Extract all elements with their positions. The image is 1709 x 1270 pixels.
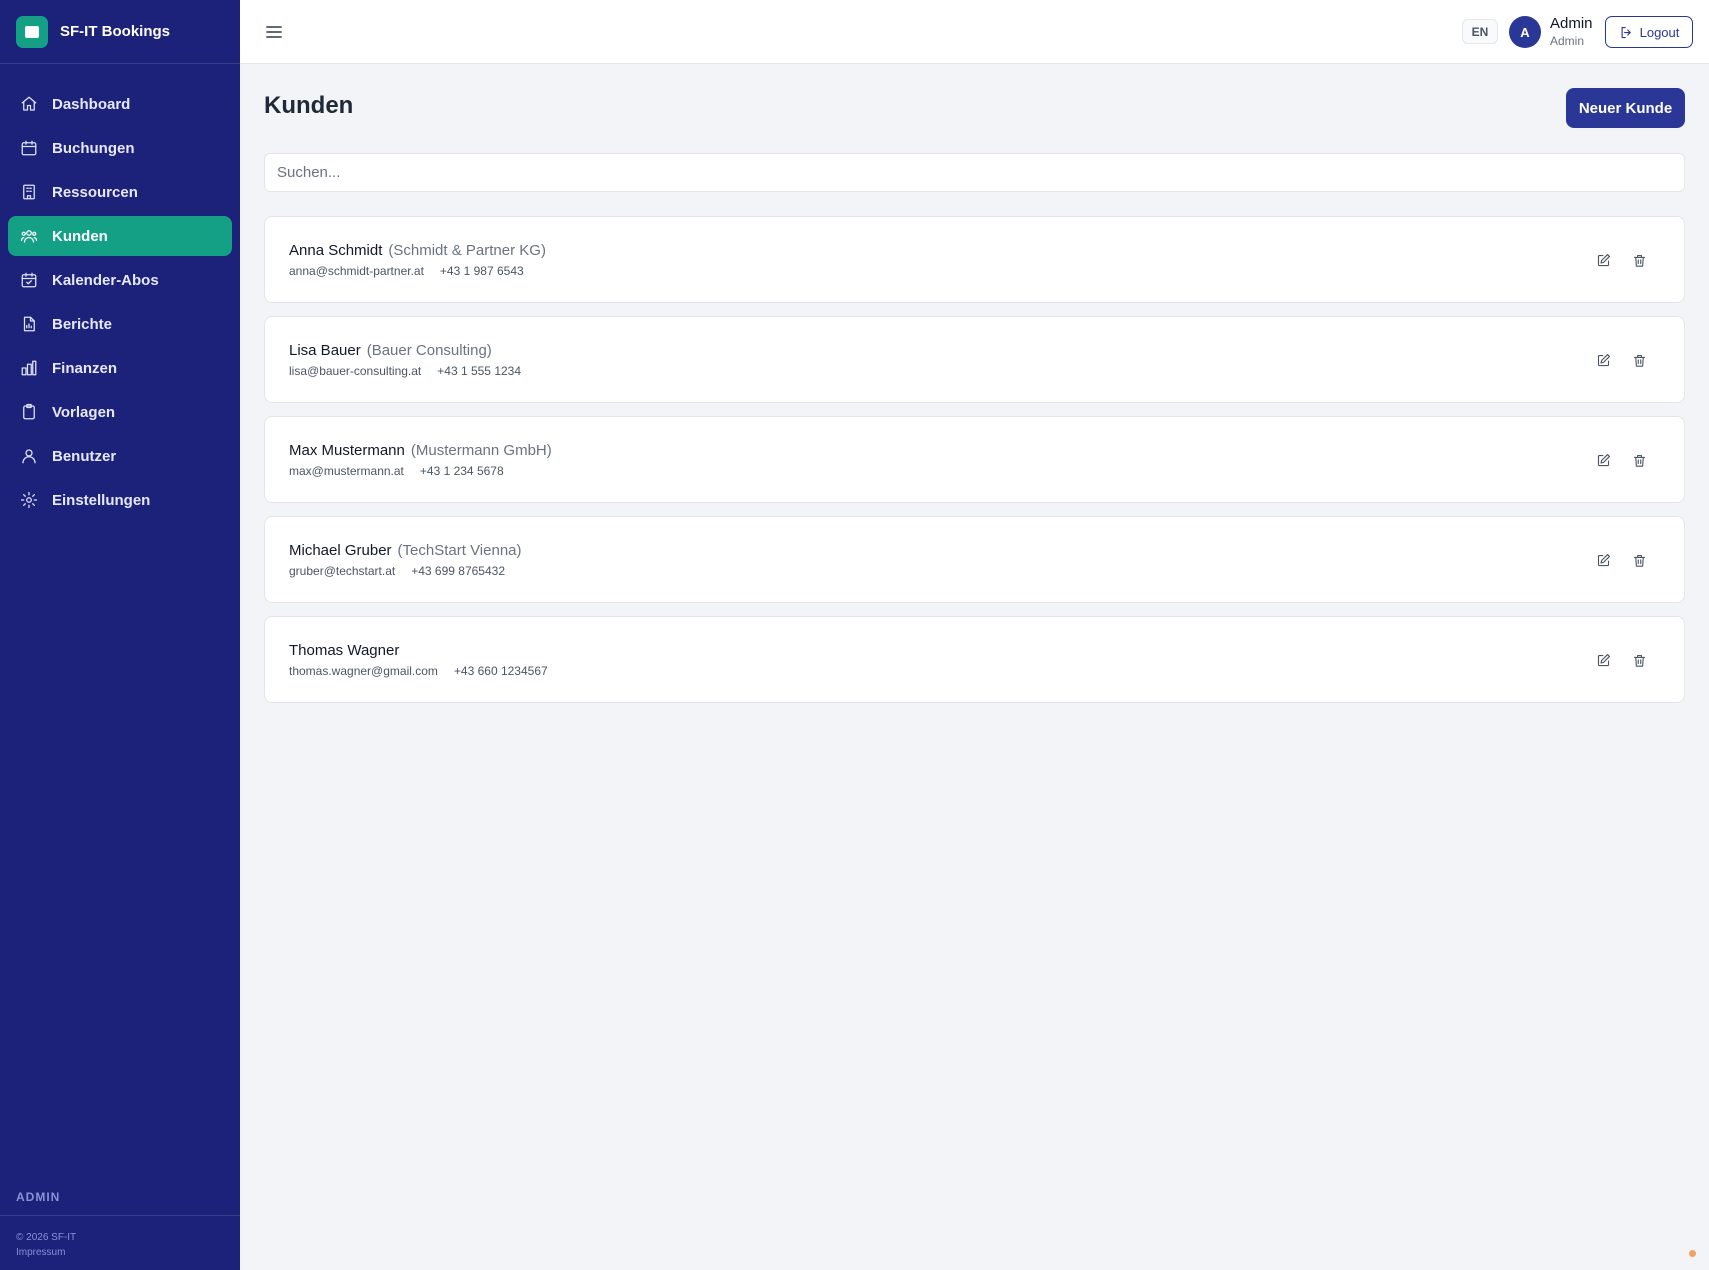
customer-email: lisa@bauer-consulting.at [289,364,422,378]
trash-icon[interactable] [1630,551,1648,569]
home-icon [20,95,38,113]
sidebar-item-label: Berichte [52,315,113,333]
sidebar-item-benutzer[interactable]: Benutzer [8,436,232,476]
menu-icon[interactable] [264,22,284,42]
user-name: Admin [1550,15,1593,32]
sidebar-item-ressourcen[interactable]: Ressourcen [8,172,232,212]
user-role: Admin [1550,34,1585,48]
sidebar-role-label: ADMIN [16,1190,61,1204]
customer-card[interactable]: Max Mustermann (Mustermann GmbH) max@must… [264,416,1685,503]
logout-button[interactable]: Logout [1605,16,1693,48]
sidebar-item-label: Vorlagen [52,403,116,421]
sidebar-item-label: Kunden [52,227,108,245]
customer-name: Max Mustermann [289,442,405,459]
sidebar-item-label: Benutzer [52,447,117,465]
customer-name: Lisa Bauer [289,342,361,359]
sidebar: SF-IT Bookings Dashboard Buchungen Resso… [0,0,240,1270]
sidebar-item-label: Dashboard [52,95,131,113]
customer-card[interactable]: Michael Gruber (TechStart Vienna) gruber@… [264,516,1685,603]
imprint-link[interactable]: Impressum [16,1245,224,1260]
customer-name: Anna Schmidt [289,242,383,259]
sidebar-item-label: Finanzen [52,359,118,377]
sidebar-item-kunden[interactable]: Kunden [8,216,232,256]
sidebar-item-vorlagen[interactable]: Vorlagen [8,392,232,432]
edit-icon[interactable] [1594,551,1612,569]
page-title: Kunden [264,92,354,119]
customer-email: gruber@techstart.at [289,564,396,578]
sidebar-item-label: Buchungen [52,139,135,157]
customer-email: max@mustermann.at [289,464,404,478]
customer-company: (Bauer Consulting) [366,342,492,359]
trash-icon[interactable] [1630,451,1648,469]
clipboard-icon [20,403,38,421]
customer-email: thomas.wagner@gmail.com [289,664,438,678]
top-header: EN A Admin Admin Logout [240,0,1709,64]
sidebar-nav: Dashboard Buchungen Ressourcen Kunden Ka… [0,64,240,520]
trash-icon[interactable] [1630,651,1648,669]
users-icon [20,227,38,245]
customer-email: anna@schmidt-partner.at [289,264,424,278]
calendar-icon [20,139,38,157]
customer-name: Thomas Wagner [289,642,400,659]
logout-label: Logout [1639,24,1680,40]
edit-icon[interactable] [1594,651,1612,669]
customer-phone: +43 1 555 1234 [437,364,522,378]
customer-card[interactable]: Thomas Wagner thomas.wagner@gmail.com +43… [264,616,1685,703]
search-input[interactable] [264,153,1685,192]
edit-icon[interactable] [1594,251,1612,269]
bar-chart-icon [20,359,38,377]
building-icon [20,183,38,201]
copyright: © 2026 SF-IT [16,1232,77,1243]
gear-icon [20,491,38,509]
brand-logo-icon [16,15,48,48]
customer-company: (Schmidt & Partner KG) [388,242,546,259]
language-switch[interactable]: EN [1462,19,1498,44]
sidebar-item-einstellungen[interactable]: Einstellungen [8,480,232,520]
brand-name: SF-IT Bookings [60,23,170,40]
sidebar-item-kalender-abos[interactable]: Kalender-Abos [8,260,232,300]
customer-phone: +43 699 8765432 [411,564,505,578]
customer-company: (Mustermann GmbH) [410,442,552,459]
report-icon [20,315,38,333]
customer-name: Michael Gruber [289,542,392,559]
calendar-check-icon [20,271,38,289]
sidebar-item-dashboard[interactable]: Dashboard [8,84,232,124]
avatar: A [1509,16,1541,48]
sidebar-item-finanzen[interactable]: Finanzen [8,348,232,388]
logout-icon [1621,26,1631,38]
sidebar-item-label: Kalender-Abos [52,271,159,289]
customer-phone: +43 1 987 6543 [439,264,524,278]
customer-company: (TechStart Vienna) [397,542,522,559]
edit-icon[interactable] [1594,451,1612,469]
trash-icon[interactable] [1630,351,1648,369]
sidebar-item-buchungen[interactable]: Buchungen [8,128,232,168]
trash-icon[interactable] [1630,251,1648,269]
customer-card[interactable]: Anna Schmidt (Schmidt & Partner KG) anna@… [264,216,1685,303]
status-dot [1689,1250,1696,1257]
customer-phone: +43 1 234 5678 [419,464,504,478]
customer-list: Anna Schmidt (Schmidt & Partner KG) anna@… [264,216,1685,716]
new-customer-button[interactable]: Neuer Kunde [1566,88,1685,128]
brand[interactable]: SF-IT Bookings [0,0,240,64]
sidebar-item-label: Einstellungen [52,491,151,509]
edit-icon[interactable] [1594,351,1612,369]
user-icon [20,447,38,465]
sidebar-item-label: Ressourcen [52,183,138,201]
sidebar-item-berichte[interactable]: Berichte [8,304,232,344]
customer-card[interactable]: Lisa Bauer (Bauer Consulting) lisa@bauer-… [264,316,1685,403]
sidebar-footer: © 2026 SF-IT Impressum [0,1215,240,1260]
customer-phone: +43 660 1234567 [453,664,548,678]
